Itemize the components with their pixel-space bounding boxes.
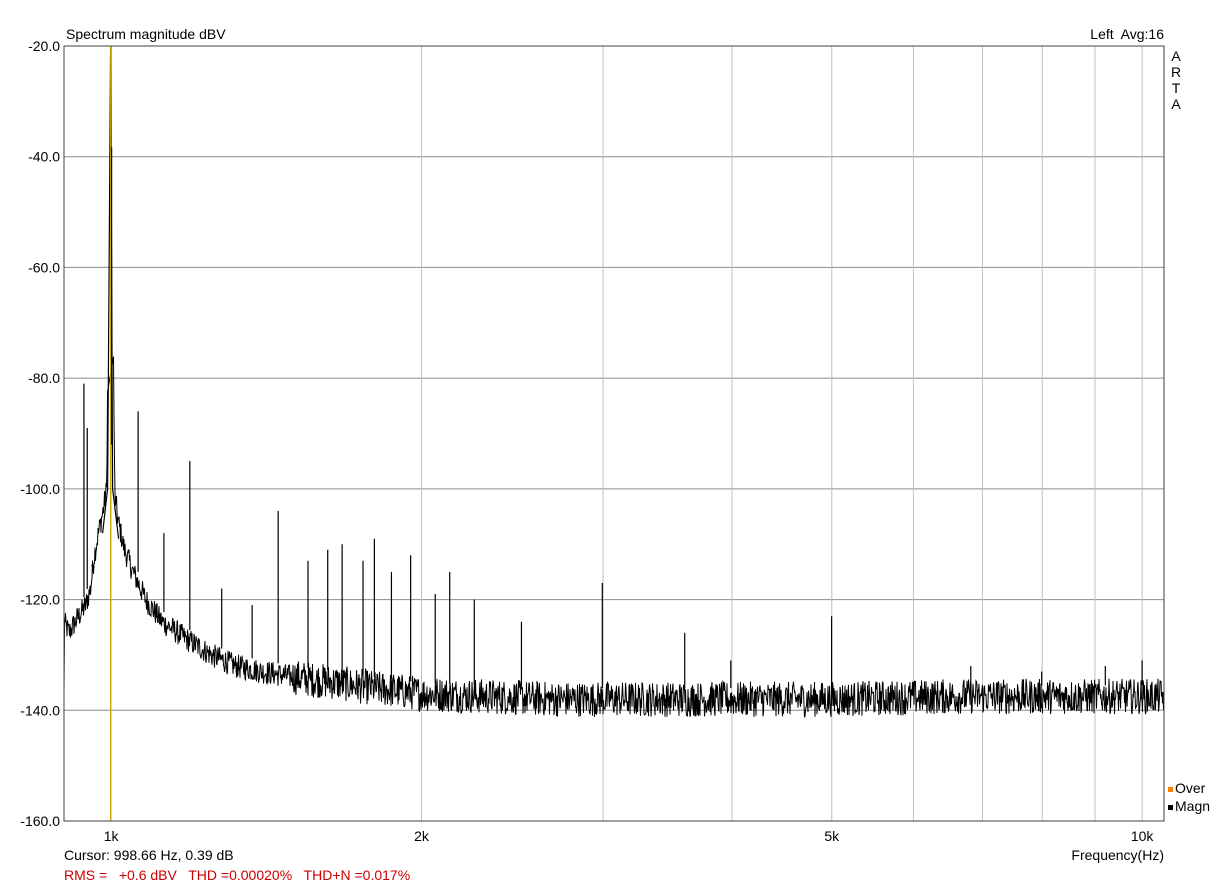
logo-letter: A [1171, 48, 1181, 64]
y-tick-label: -120.0 [20, 592, 60, 608]
y-tick-label: -40.0 [28, 149, 60, 165]
spectrum-chart: -20.0 -40.0 -60.0 -80.0 -100.0 -120.0 -140.0 -1… [20, 38, 1165, 844]
x-axis-label: Frequency(Hz) [1071, 847, 1164, 863]
measurement-readout: RMS = +0.6 dBV THD =0.00020% THD+N =0.01… [64, 867, 411, 883]
x-tick-labels: 1k 2k 5k 10k [104, 828, 1155, 844]
arta-logo: A R T A [1170, 48, 1182, 112]
y-tick-label: -20.0 [28, 38, 60, 54]
chart-title: Spectrum magnitude dBV [66, 26, 226, 42]
y-tick-label: -160.0 [20, 813, 60, 829]
y-tick-label: -60.0 [28, 259, 60, 275]
legend-item-magn: Magn [1168, 797, 1210, 815]
average-label: Avg:16 [1120, 26, 1164, 42]
channel-label: Left [1090, 26, 1114, 42]
y-tick-labels: -20.0 -40.0 -60.0 -80.0 -100.0 -120.0 -140.0 -1… [20, 38, 60, 829]
y-tick-label: -100.0 [20, 481, 60, 497]
logo-letter: R [1170, 64, 1182, 80]
legend-swatch-magn [1168, 804, 1173, 810]
noise-floor-trace [63, 356, 1165, 718]
y-tick-label: -140.0 [20, 702, 60, 718]
x-tick-label: 5k [824, 828, 840, 844]
legend-item-over: Over [1168, 779, 1205, 797]
legend-label: Magn [1175, 798, 1211, 814]
channel-average-status: Left Avg:16 [1090, 26, 1164, 42]
logo-letter: T [1171, 80, 1181, 96]
x-tick-label: 10k [1131, 828, 1155, 844]
spectrum-curve [63, 45, 1165, 718]
cursor-readout: Cursor: 998.66 Hz, 0.39 dB [64, 847, 234, 863]
legend-label: Over [1175, 780, 1206, 796]
legend-swatch-over [1168, 786, 1173, 792]
logo-letter: A [1171, 96, 1181, 112]
x-tick-label: 2k [414, 828, 430, 844]
x-tick-label: 1k [104, 828, 120, 844]
y-tick-label: -80.0 [28, 370, 60, 386]
